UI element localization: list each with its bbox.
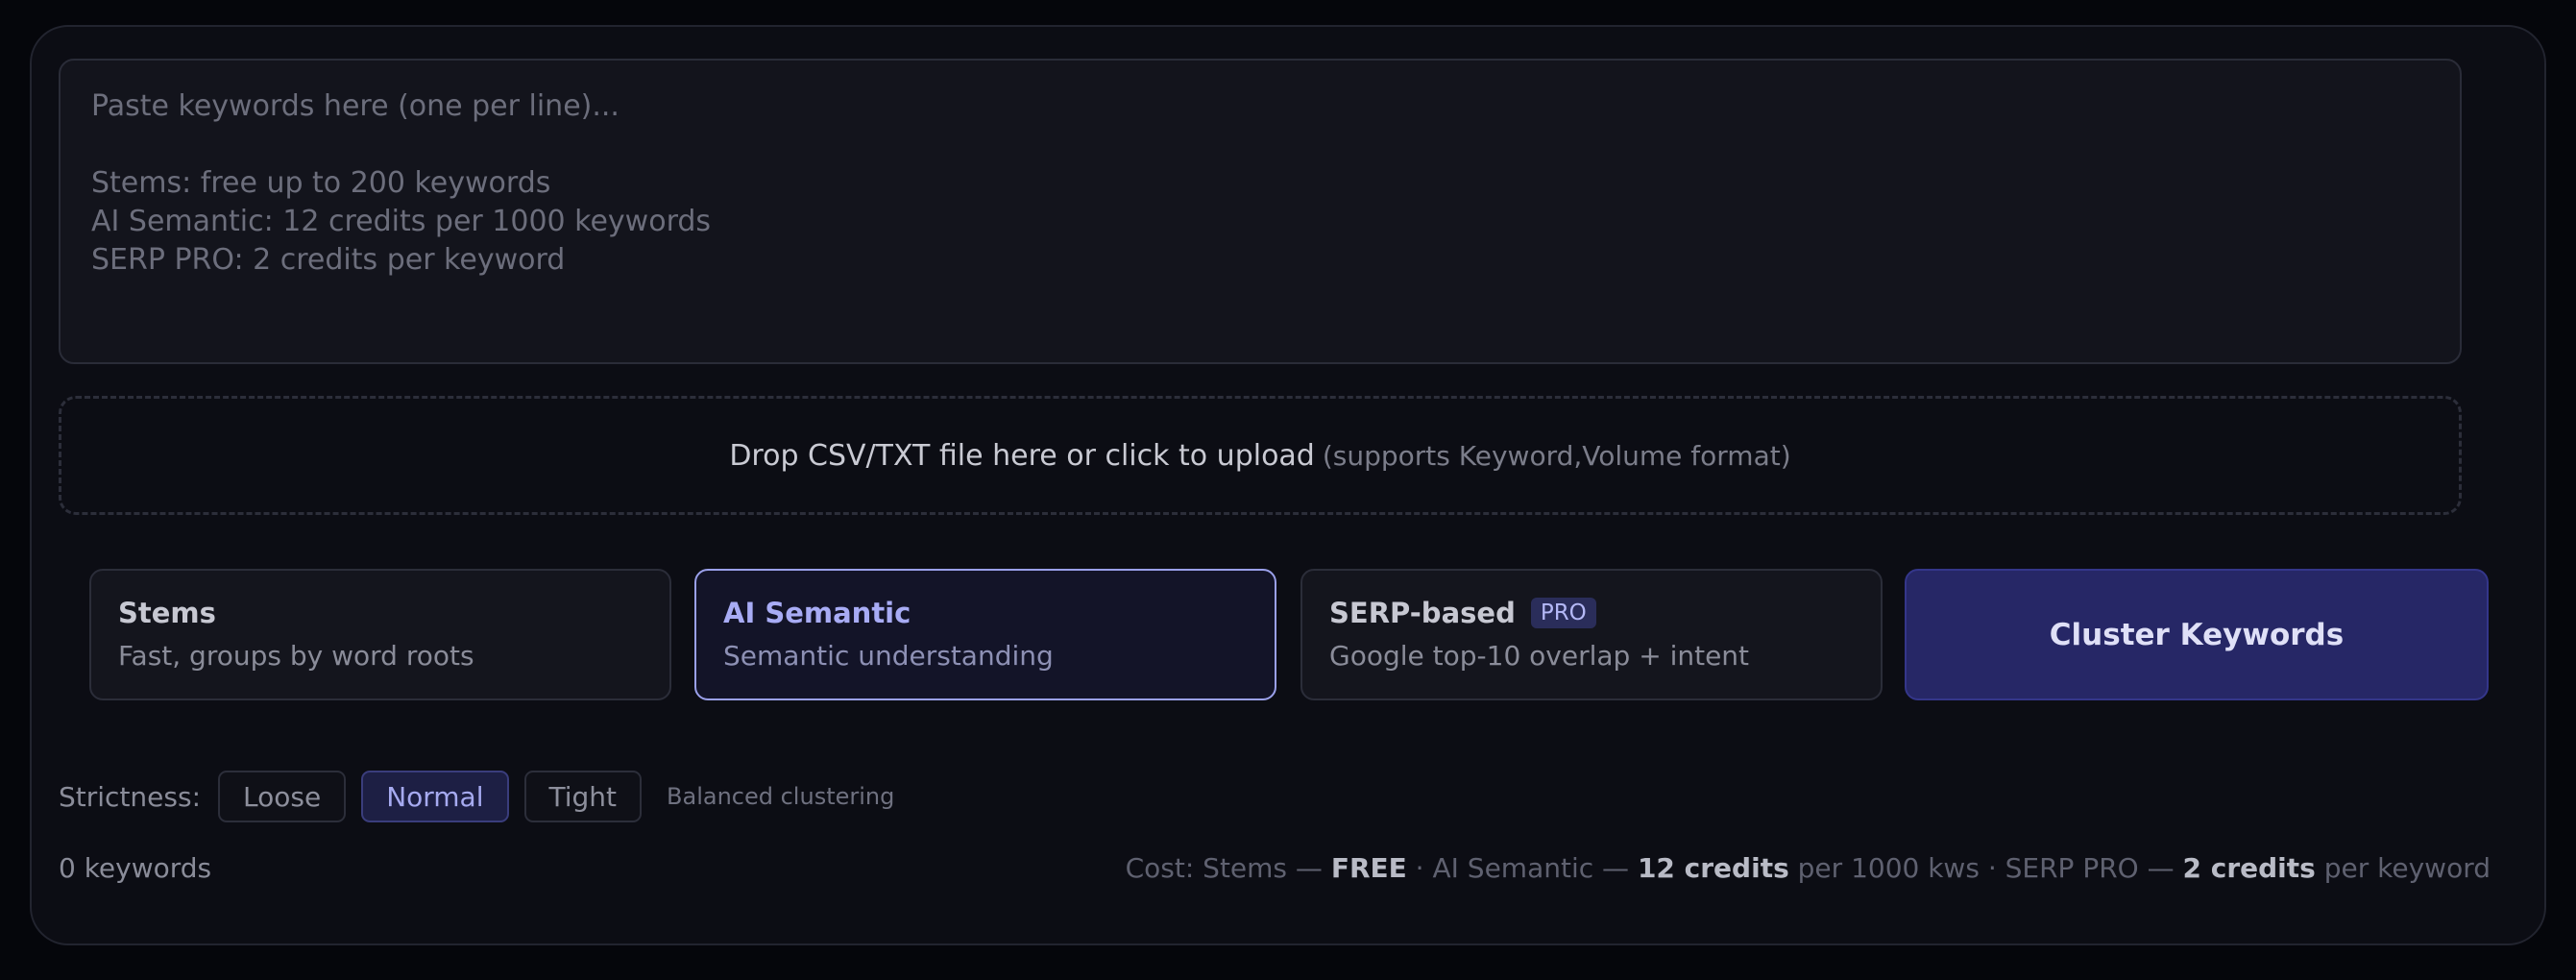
mode-card-ai-semantic[interactable]: AI Semantic Semantic understanding bbox=[694, 569, 1276, 700]
file-upload-dropzone[interactable]: Drop CSV/TXT file here or click to uploa… bbox=[59, 396, 2462, 515]
cost-prefix: Cost: Stems — bbox=[1125, 852, 1331, 884]
strictness-loose-button[interactable]: Loose bbox=[218, 771, 347, 822]
strictness-normal-button[interactable]: Normal bbox=[361, 771, 509, 822]
mode-description: Fast, groups by word roots bbox=[118, 640, 474, 672]
mode-description: Semantic understanding bbox=[723, 640, 1054, 672]
keywords-textarea[interactable] bbox=[59, 59, 2462, 364]
mode-title-row: SERP-based PRO bbox=[1329, 594, 1854, 632]
cost-summary: Cost: Stems — FREE · AI Semantic — 12 cr… bbox=[1126, 852, 2491, 884]
strictness-tight-button[interactable]: Tight bbox=[523, 771, 643, 822]
mode-description: Google top-10 overlap + intent bbox=[1329, 640, 1750, 672]
strictness-label: Strictness: bbox=[59, 780, 201, 813]
stems-price: FREE bbox=[1330, 852, 1407, 884]
serp-price: 2 credits bbox=[2182, 852, 2316, 884]
upload-label: Drop CSV/TXT file here or click to uploa… bbox=[729, 438, 1315, 473]
mode-title: SERP-based bbox=[1329, 597, 1516, 629]
mode-title: Stems bbox=[118, 597, 216, 629]
strictness-note: Balanced clustering bbox=[667, 783, 895, 810]
serp-unit: per keyword bbox=[2315, 852, 2491, 884]
cost-sep: · AI Semantic — bbox=[1406, 852, 1638, 884]
semantic-unit: per 1000 kws · SERP PRO — bbox=[1788, 852, 2183, 884]
mode-title: AI Semantic bbox=[723, 597, 911, 629]
keyword-count: 0 keywords bbox=[59, 852, 212, 884]
mode-card-stems[interactable]: Stems Fast, groups by word roots bbox=[89, 569, 671, 700]
cluster-keywords-button[interactable]: Cluster Keywords bbox=[1905, 569, 2489, 700]
mode-card-serp-based[interactable]: SERP-based PRO Google top-10 overlap + i… bbox=[1300, 569, 1883, 700]
semantic-price: 12 credits bbox=[1637, 852, 1789, 884]
strictness-row: Strictness: Loose Normal Tight Balanced … bbox=[59, 769, 894, 824]
pro-badge: PRO bbox=[1530, 598, 1596, 628]
upload-hint: (supports Keyword,Volume format) bbox=[1322, 439, 1791, 472]
